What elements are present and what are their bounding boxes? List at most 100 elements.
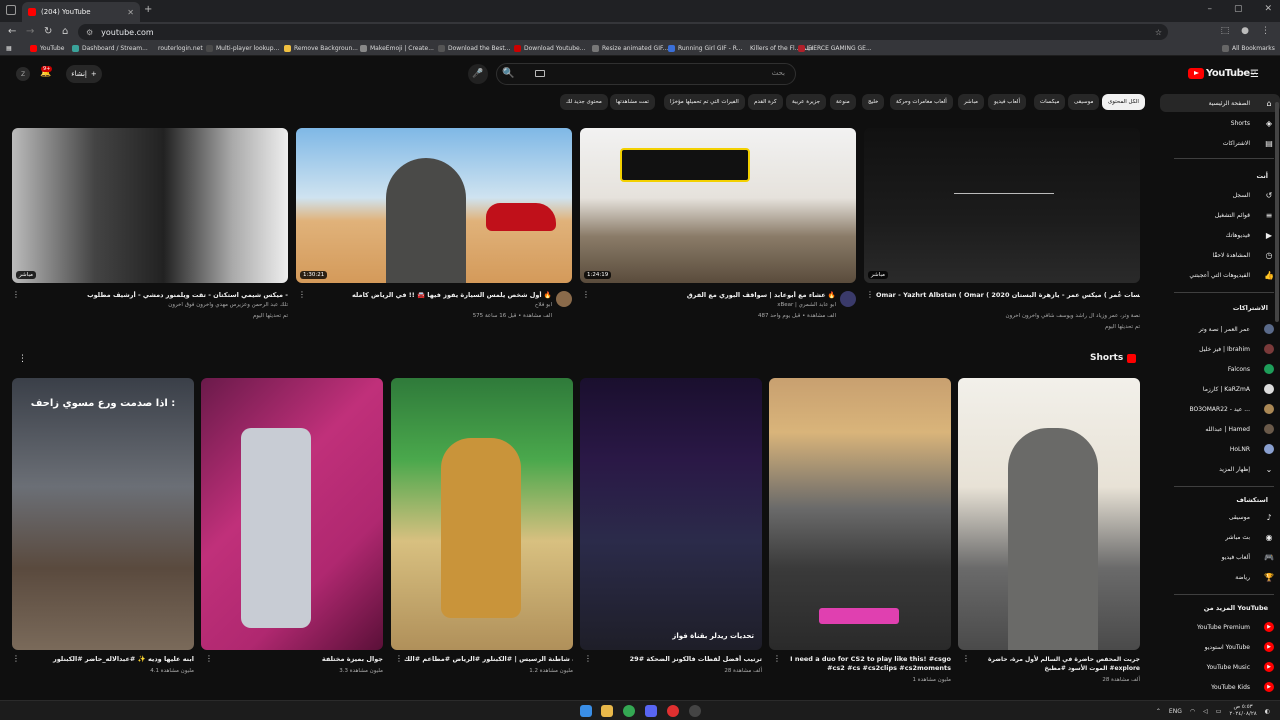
chip[interactable]: محتوى جديد لك [560, 94, 608, 110]
more-options-icon[interactable]: ⋮ [773, 654, 781, 663]
hamburger-menu-icon[interactable]: ☰ [1250, 69, 1259, 80]
sidebar-item-studio[interactable]: استوديو YouTube ▶ [1160, 638, 1280, 656]
extensions-icon[interactable]: ⬚ [1221, 26, 1230, 36]
voice-search-icon[interactable]: 🎤 [468, 64, 488, 84]
home-icon[interactable]: ⌂ [62, 26, 68, 37]
discord-icon[interactable] [645, 705, 657, 717]
short-card[interactable] [958, 378, 1140, 650]
app-icon[interactable] [667, 705, 679, 717]
bookmark-item[interactable]: Running Girl GIF - R... [668, 45, 742, 52]
more-options-icon[interactable]: ⋮ [582, 290, 590, 299]
chip[interactable]: جزيرة عربية [786, 94, 827, 110]
sidebar-item-sports[interactable]: رياضة 🏆 [1160, 568, 1280, 586]
more-options-icon[interactable]: ⋮ [298, 290, 306, 299]
short-title[interactable]: I need a duo for CS2 to play like this! … [783, 655, 951, 673]
windows-start-icon[interactable] [580, 705, 592, 717]
shorts-more-icon[interactable]: ⋮ [18, 354, 27, 364]
short-title[interactable]: جوال بميزة مختلفة [214, 655, 383, 663]
browser-menu-icon[interactable]: ⋮ [1261, 26, 1270, 36]
chip[interactable]: ألعاب فيديو [988, 94, 1027, 110]
chip[interactable]: مباشر [958, 94, 984, 110]
video-thumbnail[interactable]: 1:24:19 [580, 128, 856, 283]
more-options-icon[interactable]: ⋮ [12, 654, 20, 663]
avatar[interactable]: Z [16, 67, 30, 81]
short-title[interactable]: برياية شاطنة الرسيس | #الكبنلور #الرياض … [404, 655, 573, 663]
search-input[interactable]: بحث [496, 63, 796, 85]
sidebar-item-premium[interactable]: YouTube Premium ▶ [1160, 618, 1280, 636]
create-button[interactable]: إنشاء + [66, 65, 102, 83]
chip-all[interactable]: الكل المحتوى [1102, 94, 1145, 110]
channel-avatar[interactable] [840, 291, 856, 307]
sidebar-sub-item[interactable]: كارزما | KaRZmA [1160, 380, 1280, 398]
video-thumbnail[interactable]: 1:30:21 [296, 128, 572, 283]
bookmark-star-icon[interactable]: ☆ [1155, 28, 1162, 37]
bookmark-item[interactable]: FIERCE GAMING GE... [798, 45, 872, 52]
chrome-icon[interactable] [623, 705, 635, 717]
chip[interactable]: تمت مشاهدتها [610, 94, 655, 110]
sidebar-item-home[interactable]: الصفحة الرئيسية ⌂ [1160, 94, 1280, 112]
more-options-icon[interactable]: ⋮ [12, 290, 20, 299]
short-card[interactable] [391, 378, 573, 650]
sidebar-sub-item[interactable]: HoLNR [1160, 440, 1280, 458]
sidebar-item-your-videos[interactable]: فيديوهاتك ▶ [1160, 226, 1280, 244]
sidebar-item-history[interactable]: السجل ↺ [1160, 186, 1280, 204]
minimize-icon[interactable]: – [1207, 4, 1212, 14]
short-title[interactable]: ابنه عليها وديه ✨ #عبدالاله_حاضر #الكبنل… [24, 655, 194, 663]
short-title[interactable]: ترتيب أفضل لقطات فالكونز الضحكة #29 [594, 655, 762, 663]
more-options-icon[interactable]: ⋮ [866, 290, 874, 299]
chip[interactable]: ألعاب مغامرات وحركة [890, 94, 953, 110]
bookmark-item[interactable]: Multi-player lookup... [206, 45, 279, 52]
more-options-icon[interactable]: ⋮ [584, 654, 592, 663]
sidebar-sub-item[interactable]: عمر العمر | نصة وتر [1160, 320, 1280, 338]
wifi-icon[interactable]: ◠ [1190, 708, 1195, 715]
short-card[interactable]: تحديات ريدلر بقناة فواز [580, 378, 762, 650]
short-card[interactable] [769, 378, 951, 650]
video-title[interactable]: أول شخص يلمس السيارة يفوز فيها 🚘 !! في ا… [308, 291, 552, 299]
address-input[interactable]: ⚙ youtube.com ☆ [78, 24, 1168, 40]
bookmark-item[interactable]: MakeEmoji | Create... [360, 45, 434, 52]
sidebar-item-playlists[interactable]: قوائم التشغيل ≡ [1160, 206, 1280, 224]
short-card[interactable] [201, 378, 383, 650]
channel-avatar[interactable] [556, 291, 572, 307]
sidebar-subs-header[interactable]: الاشتراكات [1160, 304, 1280, 312]
sidebar-item-live[interactable]: بث مباشر ◉ [1160, 528, 1280, 546]
sidebar-you-header[interactable]: أنت [1160, 172, 1280, 180]
chip[interactable]: الفيرات التي تم تحميلها مؤخرًا [664, 94, 745, 110]
short-title[interactable]: جربت المحفص حاضرة في السالم لأول مرة، حا… [972, 655, 1140, 673]
all-bookmarks[interactable]: All Bookmarks [1222, 45, 1275, 52]
channel-name[interactable]: تلك عبد الرحمن وعزيرس مهدي وآخرون فوق آخ… [24, 302, 288, 308]
chip[interactable]: خليج [862, 94, 885, 110]
chip[interactable]: موسيقى [1068, 94, 1100, 110]
channel-name[interactable]: نصة وتر، عمر وزياد آل راشد ويوسف شافي وآ… [876, 313, 1140, 319]
site-info-icon[interactable]: ⚙ [86, 28, 93, 37]
video-title[interactable]: عشاء مع أبوعابد | سواقف البوري مع الفرق … [592, 291, 836, 299]
notification-center-icon[interactable]: ◐ [1265, 708, 1270, 715]
sidebar-item-music-app[interactable]: YouTube Music ▶ [1160, 658, 1280, 676]
sidebar-item-shorts[interactable]: Shorts ◈ [1160, 114, 1280, 132]
more-options-icon[interactable]: ⋮ [205, 654, 213, 663]
profile-icon[interactable]: ● [1241, 26, 1249, 36]
sidebar-item-watch-later[interactable]: المشاهدة لاحقًا ◷ [1160, 246, 1280, 264]
channel-name[interactable]: أبو فلاح [308, 302, 552, 308]
youtube-logo[interactable]: YouTube SA [1188, 68, 1257, 79]
sidebar-sub-item[interactable]: BO3OMAR22 - عيد ... [1160, 400, 1280, 418]
browser-tab[interactable]: (204) YouTube ✕ [22, 2, 140, 22]
bookmark-item[interactable]: Download the Best... [438, 45, 511, 52]
bookmark-item[interactable]: Resize animated GIF... [592, 45, 668, 52]
close-tab-icon[interactable]: ✕ [127, 8, 134, 17]
maximize-icon[interactable]: ▢ [1234, 4, 1243, 14]
more-options-icon[interactable]: ⋮ [395, 654, 403, 663]
search-icon[interactable]: 🔍 [502, 68, 514, 79]
app-icon[interactable] [689, 705, 701, 717]
keyboard-icon[interactable] [535, 70, 545, 77]
apps-icon[interactable]: ▦ [6, 45, 12, 52]
sidebar-item-gaming[interactable]: ألعاب فيديو 🎮 [1160, 548, 1280, 566]
chip[interactable]: كرة القدم [748, 94, 783, 110]
sidebar-item-kids[interactable]: YouTube Kids ▶ [1160, 678, 1280, 696]
bookmark-item[interactable]: routerlogin.net [158, 45, 203, 52]
tray-chevron-icon[interactable]: ⌃ [1156, 708, 1161, 715]
channel-name[interactable]: xBear | أبو عابد الشمري [592, 302, 836, 308]
bookmark-item[interactable]: Remove Backgroun... [284, 45, 358, 52]
file-explorer-icon[interactable] [601, 705, 613, 717]
sidebar-item-subscriptions[interactable]: الاشتراكات ▤ [1160, 134, 1280, 152]
